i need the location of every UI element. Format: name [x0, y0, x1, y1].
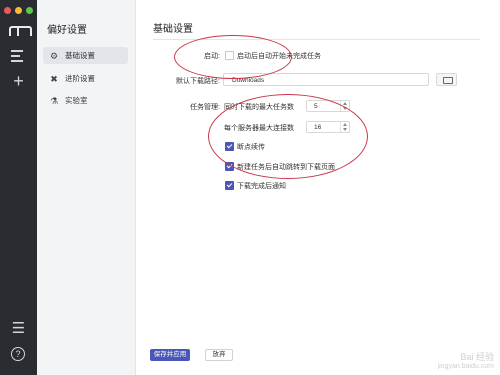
save-apply-button[interactable]: 保存并应用 [150, 349, 190, 361]
sidebar-title: 偏好设置 [47, 25, 87, 36]
menu-icon[interactable] [11, 50, 26, 65]
app-rail: + ☰ ? [0, 0, 37, 375]
help-icon[interactable]: ? [11, 347, 25, 361]
window-controls [4, 7, 33, 14]
max-connections-value: 16 [314, 124, 322, 131]
jump-to-download-checkbox[interactable] [225, 162, 234, 171]
sliders-icon[interactable]: ☰ [11, 321, 26, 336]
auto-resume-label: 启动后自动开始未完成任务 [237, 53, 321, 60]
beaker-icon: ⚗ [49, 95, 59, 106]
download-path-input[interactable]: Downloads [223, 73, 429, 86]
max-tasks-stepper[interactable]: 5 [306, 100, 350, 112]
notify-complete-checkbox[interactable] [225, 181, 234, 190]
minimize-window-button[interactable] [15, 7, 22, 14]
watermark-line1: Bai 经验 [460, 352, 494, 362]
max-connections-stepper[interactable]: 16 [306, 121, 350, 133]
sidebar-item-label: 进阶设置 [65, 74, 95, 83]
sidebar-item-label: 实验室 [65, 96, 88, 105]
choose-folder-button[interactable] [436, 73, 457, 86]
sidebar-item-label: 基础设置 [65, 51, 95, 60]
jump-to-download-label: 新建任务后自动跳转到下载页面 [237, 164, 335, 171]
watermark-line2: jingyan.baidu.com [437, 363, 494, 370]
resume-label: 断点续传 [237, 144, 265, 151]
stepper-arrows-icon[interactable] [340, 101, 349, 111]
sidebar-item-advanced[interactable]: ✖ 进阶设置 [43, 70, 128, 87]
max-tasks-value: 5 [314, 103, 318, 110]
sidebar-item-basic[interactable]: ⚙ 基础设置 [43, 47, 128, 64]
max-connections-label: 每个服务器最大连接数 [224, 125, 294, 132]
auto-resume-checkbox[interactable] [225, 51, 234, 60]
gear-icon: ⚙ [49, 50, 59, 61]
wrench-icon: ✖ [50, 73, 58, 84]
download-path-label: 默认下载路径: [176, 78, 220, 85]
discard-button[interactable]: 放弃 [205, 349, 233, 361]
stepper-arrows-icon[interactable] [340, 122, 349, 132]
plus-icon[interactable]: + [11, 72, 26, 90]
watermark: Bai 经验 jingyan.baidu.com [438, 352, 494, 372]
notify-complete-label: 下载完成后通知 [237, 183, 286, 190]
logo-icon [9, 26, 32, 36]
startup-label: 启动: [204, 53, 220, 60]
close-window-button[interactable] [4, 7, 11, 14]
title-divider [153, 39, 480, 40]
zoom-window-button[interactable] [26, 7, 33, 14]
resume-checkbox[interactable] [225, 142, 234, 151]
settings-panel: 基础设置 启动: 启动后自动开始未完成任务 默认下载路径: Downloads … [136, 0, 500, 375]
preferences-sidebar: 偏好设置 ⚙ 基础设置 ✖ 进阶设置 ⚗ 实验室 [37, 0, 136, 375]
folder-icon [443, 77, 453, 84]
page-title: 基础设置 [153, 24, 193, 35]
sidebar-item-lab[interactable]: ⚗ 实验室 [43, 92, 128, 109]
task-manage-label: 任务管理: [190, 104, 220, 111]
max-tasks-label: 同时下载的最大任务数 [224, 104, 294, 111]
